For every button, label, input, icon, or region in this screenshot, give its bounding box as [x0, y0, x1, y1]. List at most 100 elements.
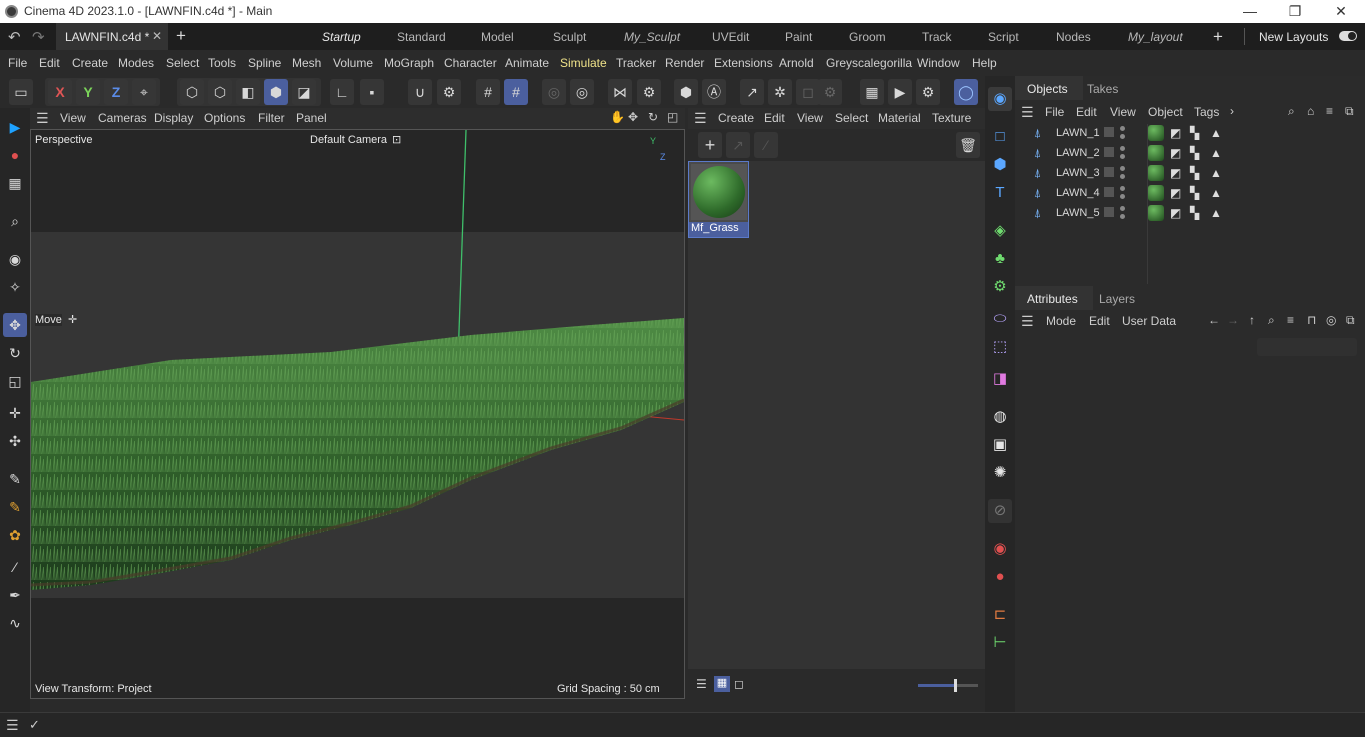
- record-key-icon[interactable]: ●: [988, 565, 1012, 589]
- spline-smooth-icon[interactable]: ∿: [3, 611, 27, 635]
- material-tag-icon[interactable]: [1148, 185, 1164, 201]
- material-menu-texture[interactable]: Texture: [932, 111, 971, 125]
- text-object-icon[interactable]: T: [988, 181, 1012, 205]
- search-icon[interactable]: ⌕: [3, 209, 27, 233]
- objects-menu-object[interactable]: Object: [1148, 105, 1183, 119]
- takes-tab[interactable]: Takes: [1087, 82, 1118, 96]
- camera-label[interactable]: Default Camera: [310, 134, 387, 146]
- list-view-icon[interactable]: ☰: [696, 677, 707, 691]
- axis-mode-icon[interactable]: ∟: [330, 79, 354, 105]
- checker-tag-icon[interactable]: ▚: [1190, 146, 1199, 160]
- menu-volume[interactable]: Volume: [333, 56, 373, 70]
- live-selection-icon[interactable]: ◉: [3, 247, 27, 271]
- attributes-search-field[interactable]: [1257, 338, 1357, 356]
- layout-tab-groom[interactable]: Groom: [849, 30, 886, 44]
- cloud-icon[interactable]: ◯: [954, 79, 978, 105]
- viewport-menu-filter[interactable]: Filter: [258, 111, 285, 125]
- placement-tool-icon[interactable]: ✣: [3, 429, 27, 453]
- sketch-icon[interactable]: ✎: [3, 495, 27, 519]
- open-file-icon[interactable]: ▭: [9, 79, 33, 105]
- menu-file[interactable]: File: [8, 56, 27, 70]
- material-tag-icon[interactable]: [1148, 125, 1164, 141]
- phong-tag-icon[interactable]: ▲: [1210, 126, 1222, 140]
- attributes-menu-mode[interactable]: Mode: [1046, 314, 1076, 328]
- editor-visibility-dot[interactable]: [1120, 206, 1125, 211]
- material-menu-select[interactable]: Select: [835, 111, 868, 125]
- object-row-lawn-1[interactable]: ⍋ LAWN_1 ◩ ▚ ▲: [1020, 124, 1365, 144]
- menu-render[interactable]: Render: [665, 56, 704, 70]
- edit-checkbox-icon[interactable]: [1104, 207, 1114, 217]
- attributes-menu-user-data[interactable]: User Data: [1122, 314, 1176, 328]
- hamburger-icon[interactable]: ☰: [694, 110, 707, 127]
- tag-icon[interactable]: ⊏: [988, 603, 1012, 627]
- phong-tag-icon[interactable]: ▲: [1210, 186, 1222, 200]
- model-mode-icon[interactable]: ⬢: [264, 79, 288, 105]
- field-icon[interactable]: ⬚: [988, 335, 1012, 359]
- target-icon[interactable]: ◎: [1326, 313, 1336, 327]
- menu-tracker[interactable]: Tracker: [616, 56, 656, 70]
- zoom-slider-handle[interactable]: [954, 679, 957, 692]
- menu-window[interactable]: Window: [917, 56, 960, 70]
- coordinate-system-icon[interactable]: ⌖: [132, 79, 156, 105]
- menu-animate[interactable]: Animate: [505, 56, 549, 70]
- hair-material-tag-icon[interactable]: ◩: [1170, 126, 1181, 140]
- lock-icon[interactable]: ✲: [768, 79, 792, 105]
- polygon-pen-icon[interactable]: ⬢: [674, 79, 698, 105]
- forward-arrow-icon[interactable]: →: [1227, 313, 1239, 327]
- generator-icon[interactable]: ⚙: [988, 275, 1012, 299]
- camera-object-icon[interactable]: ▣: [988, 433, 1012, 457]
- hamburger-icon[interactable]: ☰: [36, 110, 49, 127]
- menu-modes[interactable]: Modes: [118, 56, 154, 70]
- quantize-icon[interactable]: ◎: [542, 79, 566, 105]
- selection-tool-icon[interactable]: ✧: [3, 275, 27, 299]
- subdivision-icon[interactable]: ◈: [988, 219, 1012, 243]
- new-window-icon[interactable]: ⧉: [1345, 104, 1354, 119]
- move-tool-icon[interactable]: ✥: [3, 313, 27, 337]
- checkmark-icon[interactable]: ✓: [29, 717, 40, 733]
- edit-checkbox-icon[interactable]: [1104, 187, 1114, 197]
- snap-grid-icon[interactable]: #: [504, 79, 528, 105]
- menu-select[interactable]: Select: [166, 56, 199, 70]
- new-window-icon[interactable]: ⧉: [1346, 313, 1355, 328]
- menu-extensions[interactable]: Extensions: [714, 56, 773, 70]
- layout-tab-track[interactable]: Track: [922, 30, 952, 44]
- layout-grid-icon[interactable]: ▦: [3, 171, 27, 195]
- menu-mograph[interactable]: MoGraph: [384, 56, 434, 70]
- object-row-lawn-4[interactable]: ⍋ LAWN_4 ◩ ▚ ▲: [1020, 184, 1365, 204]
- objects-tab[interactable]: Objects: [1015, 76, 1083, 100]
- objects-menu-tags[interactable]: Tags: [1194, 105, 1219, 119]
- deformer-icon[interactable]: ⬭: [988, 307, 1012, 331]
- undo-icon[interactable]: ↶: [8, 28, 21, 46]
- home-icon[interactable]: ⌂: [1307, 104, 1314, 118]
- play-icon[interactable]: ▶: [3, 115, 27, 139]
- perspective-label[interactable]: Perspective: [35, 134, 92, 146]
- cloner-icon[interactable]: ♣: [988, 247, 1012, 271]
- object-row-lawn-5[interactable]: ⍋ LAWN_5 ◩ ▚ ▲: [1020, 204, 1365, 224]
- lock-icon[interactable]: ⊓: [1307, 313, 1316, 327]
- menu-tools[interactable]: Tools: [208, 56, 236, 70]
- hamburger-icon[interactable]: ☰: [1021, 313, 1034, 330]
- spline-pen-icon[interactable]: ✎: [3, 467, 27, 491]
- symmetry-settings-icon[interactable]: ⚙: [637, 79, 661, 105]
- viewport-menu-options[interactable]: Options: [204, 111, 245, 125]
- transform-tool-icon[interactable]: ✛: [3, 401, 27, 425]
- render-visibility-dot[interactable]: [1120, 154, 1125, 159]
- menu-greyscalegorilla[interactable]: Greyscalegorilla: [826, 56, 912, 70]
- effector-icon[interactable]: ◨: [988, 367, 1012, 391]
- layout-tab-sculpt[interactable]: Sculpt: [553, 30, 586, 44]
- points-mode-icon[interactable]: ⬡: [180, 79, 204, 105]
- material-tag-icon[interactable]: [1148, 145, 1164, 161]
- symmetry-icon[interactable]: ⋈: [608, 79, 632, 105]
- editor-visibility-dot[interactable]: [1120, 146, 1125, 151]
- layout-tab-uvedit[interactable]: UVEdit: [712, 30, 749, 44]
- filter-icon[interactable]: ≡: [1326, 104, 1333, 118]
- disabled-settings-icon[interactable]: ⚙: [818, 79, 842, 105]
- pan-hand-icon[interactable]: ✋: [610, 110, 625, 124]
- layout-tab-model[interactable]: Model: [481, 30, 514, 44]
- viewport-menu-view[interactable]: View: [60, 111, 86, 125]
- delete-icon[interactable]: 🗑: [956, 132, 980, 158]
- editor-visibility-dot[interactable]: [1120, 126, 1125, 131]
- render-to-picture-viewer-icon[interactable]: ▶: [888, 79, 912, 105]
- material-menu-material[interactable]: Material: [878, 111, 921, 125]
- editor-visibility-dot[interactable]: [1120, 186, 1125, 191]
